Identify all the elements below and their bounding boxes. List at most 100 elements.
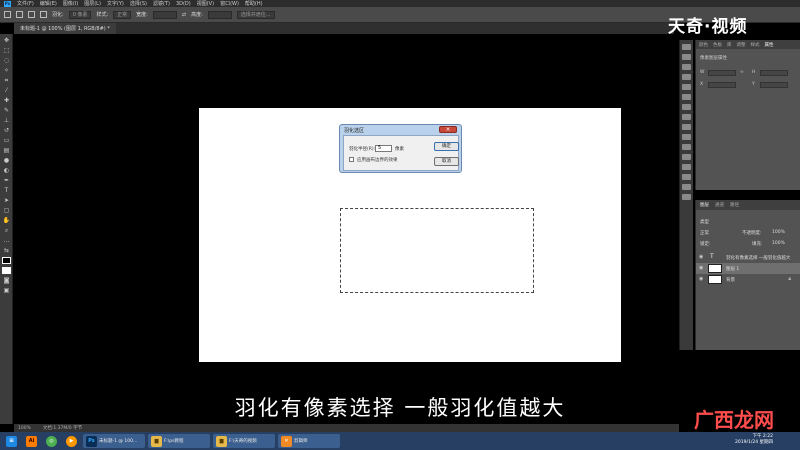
timeline-panel-icon[interactable] (682, 144, 691, 150)
taskbar-pin-media[interactable]: ▶ (63, 434, 80, 448)
marquee-tool-preset-icon[interactable] (4, 11, 11, 18)
notes-panel-icon[interactable] (682, 174, 691, 180)
tab-layers[interactable]: 图层 (700, 202, 709, 208)
histogram-panel-icon[interactable] (682, 124, 691, 130)
properties-panel-icon[interactable] (682, 184, 691, 190)
visibility-eye-icon[interactable]: ◉ (699, 265, 703, 271)
history-brush-tool-icon[interactable]: ↺ (2, 127, 11, 134)
layer-kind-filter[interactable]: 类型 (700, 219, 709, 225)
tab-adjustments[interactable]: 调整 (737, 42, 746, 48)
zoom-level[interactable]: 100% (18, 426, 31, 431)
y-field[interactable] (760, 82, 788, 88)
menu-edit[interactable]: 编辑(E) (40, 0, 57, 7)
eyedropper-tool-icon[interactable]: ⁄ (2, 87, 11, 94)
3d-panel-icon[interactable] (682, 154, 691, 160)
height-input[interactable] (207, 10, 232, 19)
rectangle-tool-icon[interactable]: ▢ (2, 207, 11, 214)
feather-radius-input[interactable]: 5 (375, 145, 392, 152)
cancel-button[interactable]: 取消 (434, 157, 459, 166)
dodge-tool-icon[interactable]: ◐ (2, 167, 11, 174)
layer-row-text[interactable]: ◉ T 羽化有像素选择 一般羽化值越大 (696, 252, 800, 263)
link-icon[interactable]: ∞ (740, 70, 744, 75)
taskbar-item-folder-1[interactable]: ▆ F:\ps教程 (148, 434, 210, 448)
clone-source-panel-icon[interactable] (682, 74, 691, 80)
visibility-eye-icon[interactable]: ◉ (699, 276, 703, 282)
menu-select[interactable]: 选择(S) (130, 0, 147, 7)
more-tools-icon[interactable]: … (2, 237, 11, 244)
screen-mode-icon[interactable]: ▣ (2, 287, 11, 294)
glyphs-panel-icon[interactable] (682, 134, 691, 140)
taskbar-item-folder-2[interactable]: ▆ F:\天奇的视频 (213, 434, 275, 448)
foreground-color-swatch[interactable] (2, 257, 11, 264)
menu-layer[interactable]: 图层(L) (84, 0, 101, 7)
tab-swatches[interactable]: 色板 (713, 42, 722, 48)
taskbar-item-photoshop[interactable]: Ps 未标题-1 @ 100... (83, 434, 145, 448)
menu-3d[interactable]: 3D(D) (176, 1, 191, 7)
menu-type[interactable]: 文字(Y) (107, 0, 124, 7)
taskbar-pin-illustrator[interactable]: Ai (23, 434, 40, 448)
menu-view[interactable]: 视图(V) (197, 0, 214, 7)
path-selection-tool-icon[interactable]: ➤ (2, 197, 11, 204)
add-selection-icon[interactable] (28, 11, 35, 18)
system-clock[interactable]: 下午 2:22 2019/1/24 星期四 (735, 434, 773, 446)
zoom-tool-icon[interactable]: ⌕ (2, 227, 11, 234)
swap-colors-icon[interactable]: ⇆ (2, 247, 11, 254)
navigator-panel-icon[interactable] (682, 114, 691, 120)
clone-stamp-tool-icon[interactable]: ⊥ (2, 117, 11, 124)
w-field[interactable] (708, 70, 736, 76)
document-tab[interactable]: 未标题-1 @ 100% (图层 1, RGB/8#) * (14, 23, 116, 34)
tab-channels[interactable]: 通道 (715, 202, 724, 208)
healing-brush-tool-icon[interactable]: ✚ (2, 97, 11, 104)
menu-image[interactable]: 图像(I) (63, 0, 78, 7)
info-panel-icon[interactable] (682, 84, 691, 90)
blur-tool-icon[interactable]: ● (2, 157, 11, 164)
menu-file[interactable]: 文件(F) (17, 0, 34, 7)
feather-input[interactable]: 0 像素 (68, 10, 92, 19)
type-tool-icon[interactable]: T (2, 187, 11, 194)
menu-filter[interactable]: 滤镜(T) (153, 0, 170, 7)
style-select[interactable]: 正常 (113, 10, 132, 19)
measurement-panel-icon[interactable] (682, 164, 691, 170)
h-field[interactable] (760, 70, 788, 76)
menu-help[interactable]: 帮助(H) (245, 0, 263, 7)
hand-tool-icon[interactable]: ✋ (2, 217, 11, 224)
blend-mode-select[interactable]: 正常 (700, 230, 709, 236)
tab-properties[interactable]: 属性 (765, 42, 774, 48)
move-tool-icon[interactable]: ✥ (2, 37, 11, 44)
background-color-swatch[interactable] (2, 267, 11, 274)
opacity-value[interactable]: 100% (772, 230, 785, 235)
subtract-selection-icon[interactable] (40, 11, 47, 18)
start-button[interactable]: ⊞ (3, 434, 20, 448)
new-selection-icon[interactable] (16, 11, 23, 18)
eraser-tool-icon[interactable]: ▭ (2, 137, 11, 144)
tab-libraries[interactable]: 库 (727, 42, 732, 48)
fill-value[interactable]: 100% (772, 241, 785, 246)
quick-mask-icon[interactable]: ◙ (2, 277, 11, 284)
close-icon[interactable]: × (439, 126, 457, 133)
crop-tool-icon[interactable]: ⌗ (2, 77, 11, 84)
brush-tool-icon[interactable]: ✎ (2, 107, 11, 114)
apply-canvas-bounds-checkbox[interactable] (349, 157, 354, 162)
swap-icon[interactable]: ⇄ (182, 12, 186, 18)
brush-panel-icon[interactable] (682, 64, 691, 70)
taskbar-pin-chrome[interactable]: ◎ (43, 434, 60, 448)
select-and-mask-button[interactable]: 选择并遮住... (236, 10, 275, 19)
taskbar-item-editor[interactable]: ✕ 剪辑师 (278, 434, 340, 448)
x-field[interactable] (708, 82, 736, 88)
magic-wand-tool-icon[interactable]: ✧ (2, 67, 11, 74)
tab-styles[interactable]: 样式 (751, 42, 760, 48)
layer-comps-panel-icon[interactable] (682, 194, 691, 200)
ok-button[interactable]: 确定 (434, 142, 459, 151)
paragraph-panel-icon[interactable] (682, 104, 691, 110)
menu-window[interactable]: 窗口(W) (220, 0, 239, 7)
pen-tool-icon[interactable]: ✒ (2, 177, 11, 184)
marquee-tool-icon[interactable]: ⬚ (2, 47, 11, 54)
character-panel-icon[interactable] (682, 94, 691, 100)
layer-row-pixel[interactable]: ◉ 图层 1 (696, 263, 800, 274)
layer-row-background[interactable]: ◉ 背景 🔒︎ (696, 274, 800, 285)
visibility-eye-icon[interactable]: ◉ (699, 254, 703, 260)
history-panel-icon[interactable] (682, 44, 691, 50)
gradient-tool-icon[interactable]: ▤ (2, 147, 11, 154)
actions-panel-icon[interactable] (682, 54, 691, 60)
tab-paths[interactable]: 路径 (730, 202, 739, 208)
